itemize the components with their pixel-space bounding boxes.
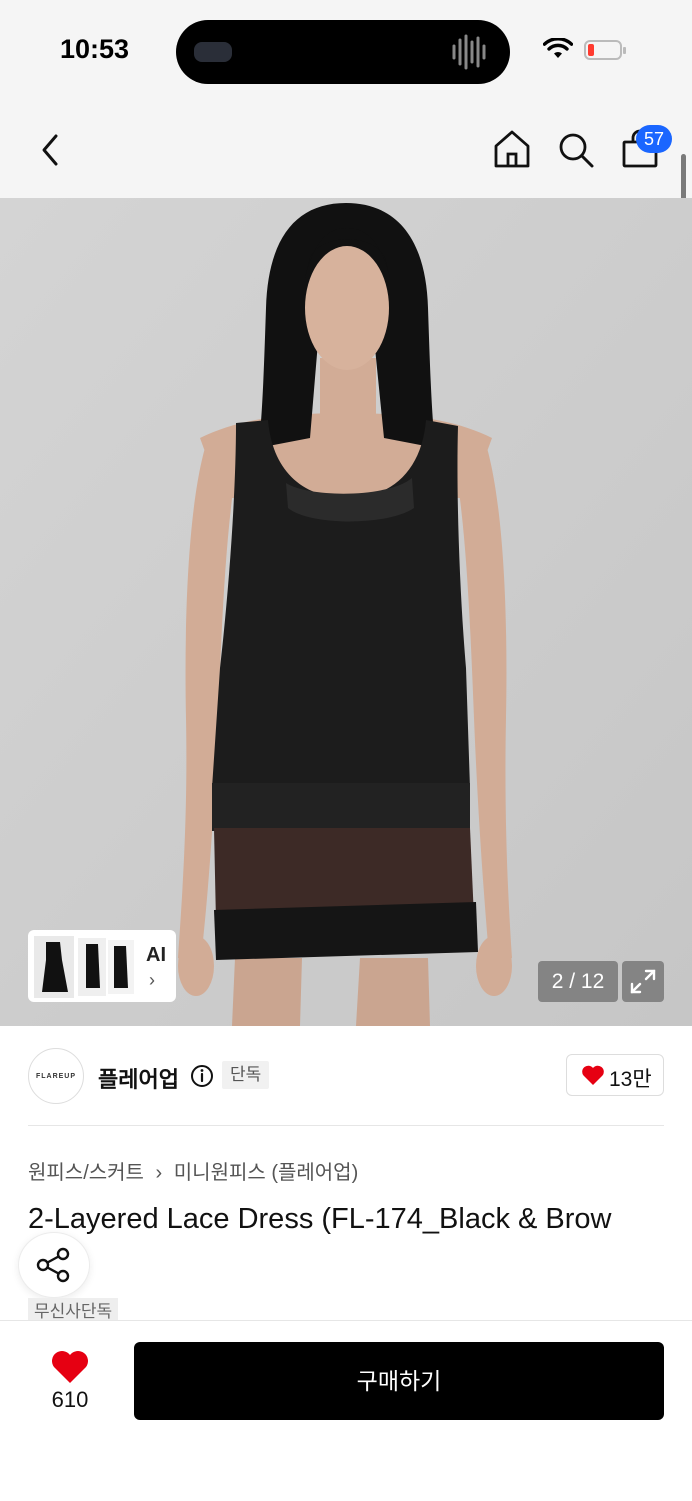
breadcrumb-category[interactable]: 원피스/스커트 (28, 1162, 144, 1184)
outfit-thumbnails-icon (34, 936, 134, 998)
wifi-icon (543, 38, 573, 58)
chevron-right-icon: › (149, 970, 155, 990)
chevron-right-icon: › (155, 1162, 163, 1184)
bottom-action-bar: 610 구매하기 (0, 1320, 692, 1501)
share-icon (36, 1247, 70, 1283)
brand-like-button[interactable]: 13만 (566, 1054, 664, 1096)
image-counter: 2 / 12 (538, 961, 618, 1002)
status-bar: 10:53 (0, 0, 692, 100)
top-nav (0, 100, 692, 198)
wishlist-count: 610 (51, 1387, 89, 1412)
brand-logo[interactable]: FLAREUP (28, 1048, 84, 1104)
battery-icon (584, 40, 626, 60)
dynamic-island (176, 20, 510, 84)
model-photo (0, 198, 692, 1026)
brand-like-count: 13만 (609, 1068, 652, 1091)
exclusive-badge: 단독 (222, 1061, 270, 1089)
product-title: 2-Layered Lace Dress (FL-174_Black & Bro… (28, 1203, 612, 1235)
search-icon[interactable] (556, 130, 596, 170)
back-icon[interactable] (34, 130, 70, 170)
audio-wave-icon (452, 34, 486, 70)
brand-name[interactable]: 플레어업 (98, 1062, 179, 1094)
breadcrumb: 원피스/스커트 › 미니원피스 (플레어업) (28, 1156, 364, 1185)
buy-button[interactable]: 구매하기 (134, 1342, 664, 1420)
island-thumbnail (194, 42, 232, 62)
ai-label: AI (146, 944, 166, 966)
heart-icon (582, 1065, 604, 1085)
home-icon[interactable] (492, 128, 532, 170)
ai-lookbook-thumbnails[interactable]: AI › (28, 930, 176, 1002)
expand-icon[interactable] (622, 961, 664, 1002)
product-image[interactable] (0, 198, 692, 1026)
status-time: 10:53 (60, 34, 130, 64)
info-icon[interactable] (190, 1064, 214, 1088)
wishlist-heart-icon[interactable] (50, 1349, 90, 1385)
share-button[interactable] (18, 1232, 90, 1298)
breadcrumb-subcategory[interactable]: 미니원피스 (플레어업) (174, 1162, 358, 1184)
cart-count-badge[interactable]: 57 (636, 125, 672, 153)
divider (28, 1125, 664, 1126)
